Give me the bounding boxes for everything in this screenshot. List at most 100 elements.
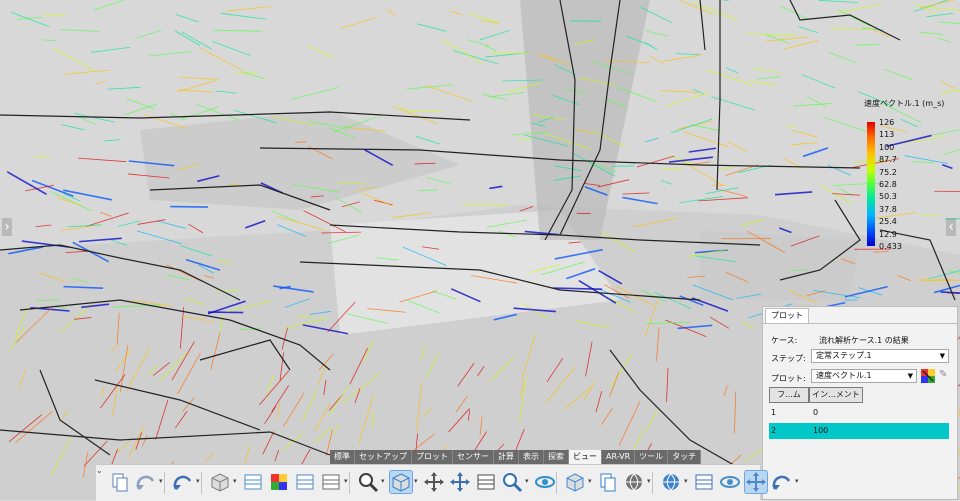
zoom-area-button[interactable] (500, 470, 524, 494)
ribbon-tab[interactable]: プロット (412, 450, 453, 464)
iso-view-button[interactable] (563, 470, 587, 494)
normal-view-button[interactable] (596, 470, 620, 494)
ribbon-tab[interactable]: ビュー (569, 450, 602, 464)
chevron-down-icon[interactable]: ▾ (196, 477, 200, 485)
plot-dropdown[interactable]: 速度ベクトル.1 ▼ (811, 369, 917, 383)
select-icon (745, 471, 767, 493)
plot-settings-icon (921, 369, 935, 383)
refresh-icon (771, 471, 793, 493)
chevron-down-icon[interactable]: ▾ (795, 477, 799, 485)
paste-icon (135, 471, 157, 493)
shading-button[interactable] (622, 470, 646, 494)
normal-view-icon (597, 471, 619, 493)
ribbon-tab[interactable]: セットアップ (355, 450, 412, 464)
ribbon-tab[interactable]: 探索 (544, 450, 569, 464)
tab-plot[interactable]: プロット (765, 308, 809, 323)
eye-view-icon (534, 471, 556, 493)
chevron-down-icon: ▼ (908, 370, 913, 382)
chevron-down-icon[interactable]: ▾ (344, 477, 348, 485)
toolbar-separator (349, 472, 350, 494)
globe-button[interactable] (659, 470, 683, 494)
pan-icon (449, 471, 471, 493)
rotate-button[interactable] (474, 470, 498, 494)
chevron-down-icon[interactable]: ▾ (233, 477, 237, 485)
chevron-down-icon[interactable]: ▾ (647, 477, 651, 485)
copy-button[interactable] (108, 470, 132, 494)
chevron-down-icon[interactable]: ▾ (588, 477, 592, 485)
ribbon-tab[interactable]: 表示 (519, 450, 544, 464)
table-row[interactable]: 2 100 (769, 423, 949, 439)
legend-color-bar (867, 122, 875, 246)
case-value: 流れ解析ケース.1 の結果 (819, 335, 909, 346)
ribbon-tab[interactable]: ツール (635, 450, 668, 464)
ribbon-tab[interactable]: センサー (453, 450, 494, 464)
left-panel-toggle[interactable]: › (2, 218, 12, 236)
view-cube-button[interactable] (389, 470, 413, 494)
pencil-icon[interactable]: ✎ (939, 369, 951, 381)
chevron-down-icon[interactable]: ▾ (684, 477, 688, 485)
legend-tick-label: 0.433 (879, 242, 902, 251)
color-map-button[interactable] (267, 470, 291, 494)
section-view-button[interactable] (241, 470, 265, 494)
capture-image-button[interactable] (293, 470, 317, 494)
toolbar-separator (652, 472, 653, 494)
flow-vector (553, 288, 602, 289)
paste-button[interactable] (134, 470, 158, 494)
shading-icon (623, 471, 645, 493)
pan-button[interactable] (448, 470, 472, 494)
globe-icon (660, 471, 682, 493)
frame-cell: 1 (771, 405, 776, 421)
increment-cell: 0 (813, 405, 818, 421)
rotate-icon (475, 471, 497, 493)
chevron-down-icon[interactable]: ▾ (414, 477, 418, 485)
fit-all-icon (423, 471, 445, 493)
ribbon-tab[interactable]: 標準 (330, 450, 355, 464)
toolbar-collapse-chevron-icon[interactable]: ⌄ (96, 466, 106, 478)
eye-view-button[interactable] (533, 470, 557, 494)
step-dropdown[interactable]: 定常ステップ.1 ▼ (811, 349, 949, 363)
select-button[interactable] (744, 470, 768, 494)
chevron-down-icon: ▼ (940, 350, 945, 362)
plot-value: 速度ベクトル.1 (816, 371, 872, 380)
column-header-increment[interactable]: イン...メント (809, 387, 863, 403)
column-header-frame[interactable]: フ...ム (769, 387, 809, 403)
chevron-down-icon[interactable]: ▾ (525, 477, 529, 485)
zoom-button[interactable] (356, 470, 380, 494)
legend-tick-label: 25.4 (879, 217, 897, 226)
snapshot-button[interactable] (692, 470, 716, 494)
undo-icon (172, 471, 194, 493)
increment-cell: 100 (813, 423, 828, 439)
ribbon-tab[interactable]: 計算 (494, 450, 519, 464)
undo-button[interactable] (171, 470, 195, 494)
step-value: 定常ステップ.1 (816, 351, 872, 360)
view-toolbar: ▾▾▾▾▾▾▾▾▾▾▾ (96, 464, 760, 501)
case-label: ケース: (771, 335, 797, 346)
legend-tick-label: 37.8 (879, 205, 897, 214)
iso-view-icon (564, 471, 586, 493)
ribbon-tab[interactable]: AR-VR (602, 450, 635, 464)
render-style-icon (209, 471, 231, 493)
plot-settings-button[interactable] (921, 368, 935, 382)
capture-image-icon (294, 471, 316, 493)
legend-tick-label: 75.2 (879, 168, 897, 177)
legend-tick-label: 50.3 (879, 192, 897, 201)
fit-all-button[interactable] (422, 470, 446, 494)
table-row[interactable]: 1 0 (769, 405, 949, 421)
legend-tick-label: 87.7 (879, 155, 897, 164)
table-button[interactable] (319, 470, 343, 494)
ribbon-tabs: 標準セットアッププロットセンサー計算表示探索ビューAR-VRツールタッチ (330, 450, 701, 464)
zoom-icon (357, 471, 379, 493)
table-icon (320, 471, 342, 493)
plot-label: プロット: (771, 373, 806, 384)
velocity-legend: 速度ベクトル.1 (m_s) 12611310087.775.262.850.3… (862, 96, 958, 258)
legend-tick-label: 126 (879, 118, 894, 127)
zoom-area-icon (501, 471, 523, 493)
hide-show-button[interactable] (718, 470, 742, 494)
step-label: ステップ: (771, 353, 806, 364)
render-style-button[interactable] (208, 470, 232, 494)
chevron-down-icon[interactable]: ▾ (159, 477, 163, 485)
chevron-down-icon[interactable]: ▾ (381, 477, 385, 485)
ribbon-tab[interactable]: タッチ (668, 450, 701, 464)
view-cube-icon (390, 471, 412, 493)
refresh-button[interactable] (770, 470, 794, 494)
